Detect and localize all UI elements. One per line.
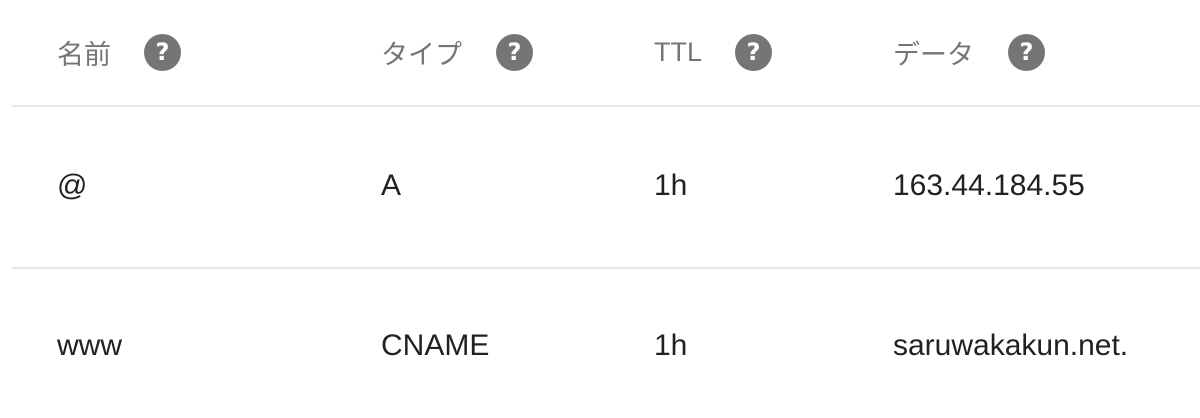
data-help-icon[interactable]: ?	[1008, 33, 1045, 71]
record-ttl-cell: 1h	[654, 169, 688, 202]
record-type-cell: CNAME	[381, 329, 490, 362]
record-type-cell: A	[381, 169, 402, 202]
header-data: データ ?	[893, 30, 1045, 74]
table-row: www CNAME 1h saruwakakun.net.	[0, 268, 1200, 418]
record-data-cell: saruwakakun.net.	[893, 329, 1129, 362]
name-help-icon[interactable]: ?	[144, 33, 181, 71]
table-row: @ A 1h 163.44.184.55	[0, 106, 1200, 268]
header-type: タイプ ?	[381, 30, 533, 74]
record-name-cell: www	[57, 329, 122, 362]
dns-records-table: 名前 ? タイプ ? TTL ? データ ? @ A 1h 163.44.184…	[0, 0, 1200, 418]
table-header-row: 名前 ? タイプ ? TTL ? データ ?	[0, 0, 1200, 106]
header-ttl-label: TTL	[654, 36, 703, 67]
header-name-label: 名前	[57, 39, 111, 70]
type-help-icon[interactable]: ?	[496, 33, 533, 71]
ttl-help-icon[interactable]: ?	[735, 33, 773, 71]
record-data-cell: 163.44.184.55	[893, 169, 1085, 202]
record-ttl-cell: 1h	[654, 329, 688, 362]
record-name-cell: @	[57, 169, 88, 202]
header-data-label: データ	[893, 39, 974, 70]
header-ttl: TTL ?	[654, 30, 773, 74]
header-name: 名前 ?	[57, 30, 181, 74]
header-type-label: タイプ	[381, 39, 462, 70]
